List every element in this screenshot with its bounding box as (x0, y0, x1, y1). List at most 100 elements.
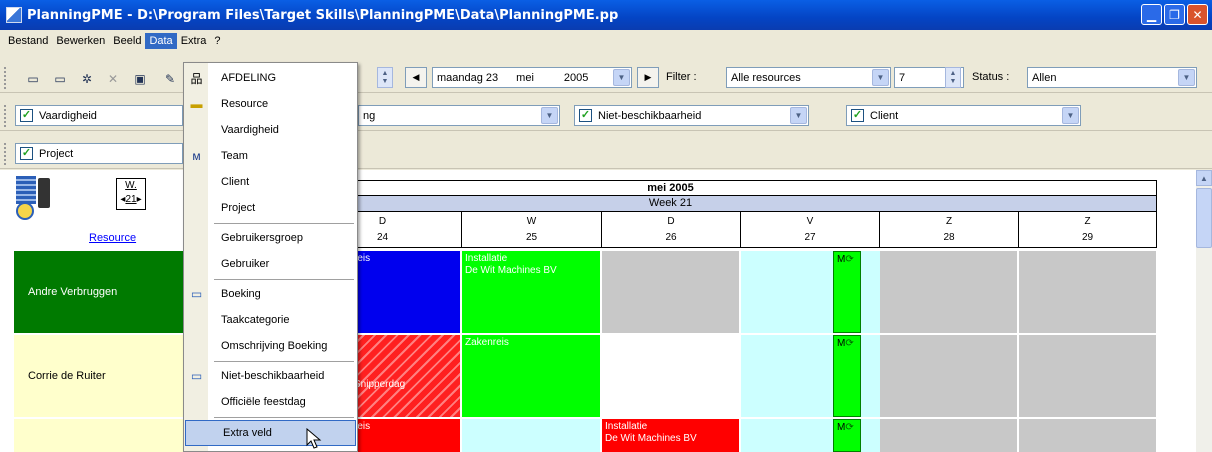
project-filter[interactable]: ✓ Project (15, 143, 183, 164)
week-button[interactable]: W. ◂21▸ (116, 178, 146, 210)
menu-extra-veld[interactable]: Extra veld (185, 420, 356, 446)
menu-separator (214, 417, 354, 418)
restore-button[interactable]: ❐ (1164, 4, 1185, 25)
booking-cell[interactable]: Installatie De Wit Machines BV (602, 419, 739, 452)
weekend-cell[interactable] (880, 419, 1017, 452)
checkbox-icon[interactable]: ✓ (20, 147, 33, 160)
weekend-cell[interactable] (1019, 251, 1156, 333)
status-select[interactable]: Allen ▼ (1027, 67, 1197, 88)
menu-separator (214, 361, 354, 362)
booking-icon: ▭ (190, 287, 203, 301)
resource-row[interactable]: Andre Verbruggen (14, 251, 184, 333)
menu-bar: Bestand Bewerken Beeld Data Extra ? (0, 30, 1212, 51)
chevron-down-icon[interactable]: ▼ (1178, 69, 1195, 86)
resource-row[interactable]: Corrie de Ruiter (14, 335, 184, 417)
vaardigheid-filter[interactable]: ✓ Vaardigheid (15, 105, 183, 126)
day-header: V 27 (741, 212, 880, 248)
client-filter[interactable]: ✓ Client ▼ (846, 105, 1081, 126)
team-icon: ᴍ (192, 149, 201, 163)
title-bar: PlanningPME - D:\Program Files\Target Sk… (0, 0, 1212, 30)
view-week-icon[interactable]: ▭ (53, 72, 67, 86)
menu-taakcategorie[interactable]: Taakcategorie (184, 307, 357, 333)
weekend-cell[interactable] (880, 251, 1017, 333)
view-day-icon[interactable]: ▭ (26, 72, 40, 86)
empty-cell[interactable] (602, 251, 739, 333)
app-icon (6, 7, 22, 23)
menu-boeking[interactable]: ▭ Boeking (184, 281, 357, 307)
scroll-thumb[interactable] (1196, 188, 1212, 248)
niet-beschikbaarheid-filter[interactable]: ✓ Niet-beschikbaarheid ▼ (574, 105, 809, 126)
menu-gebruikersgroep[interactable]: Gebruikersgroep (184, 225, 357, 251)
menu-afdeling[interactable]: 品 AFDELING (184, 65, 357, 91)
weekend-cell[interactable] (1019, 419, 1156, 452)
menu-extra[interactable]: Extra (177, 33, 211, 49)
pen-icon[interactable]: ✎ (163, 72, 177, 86)
refresh-icon: ⟳ (845, 422, 854, 433)
refresh-icon: ⟳ (845, 254, 854, 265)
menu-gebruiker[interactable]: Gebruiker (184, 251, 357, 277)
refresh-icon: ⟳ (845, 338, 854, 349)
empty-cell[interactable] (602, 335, 739, 417)
hidden-filter[interactable]: ng ▼ (358, 105, 560, 126)
toolbar-grip[interactable] (4, 67, 7, 89)
menu-beeld[interactable]: Beeld (109, 33, 145, 49)
menu-officiele-feestdag[interactable]: Officiële feestdag (184, 389, 357, 415)
scroll-up-icon[interactable]: ▲ (1196, 170, 1212, 186)
vertical-scrollbar[interactable]: ▲ (1196, 170, 1212, 452)
days-spinner[interactable]: ▲ ▼ (945, 67, 961, 88)
date-spinner[interactable]: ▲ ▼ (377, 67, 393, 88)
toolbar-grip[interactable] (4, 143, 7, 165)
menu-vaardigheid[interactable]: Vaardigheid (184, 117, 357, 143)
menu-separator (214, 279, 354, 280)
empty-cell[interactable] (462, 419, 600, 452)
menu-bewerken[interactable]: Bewerken (52, 33, 109, 49)
resource-row[interactable] (14, 419, 184, 452)
day-header: W 25 (462, 212, 602, 248)
weekend-cell[interactable] (1019, 335, 1156, 417)
chevron-down-icon[interactable]: ▼ (790, 107, 807, 124)
next-date-button[interactable]: ▶ (637, 67, 659, 88)
chevron-down-icon[interactable]: ▼ (541, 107, 558, 124)
filter-label: Filter : (666, 71, 697, 83)
resource-link[interactable]: Resource (89, 232, 136, 244)
minimize-button[interactable]: ▁ (1141, 4, 1162, 25)
weekend-cell[interactable] (880, 335, 1017, 417)
chevron-down-icon[interactable]: ▼ (613, 69, 630, 86)
checkbox-icon[interactable]: ✓ (20, 109, 33, 122)
recurring-booking[interactable]: M⟳ (833, 335, 861, 417)
filter-toolbar: ✓ Vaardigheid ng ▼ ✓ Niet-beschikbaarhei… (0, 101, 1212, 131)
menu-resource[interactable]: ▬ Resource (184, 91, 357, 117)
mouse-cursor-icon (306, 428, 322, 449)
status-label: Status : (972, 71, 1010, 83)
delete-icon[interactable]: ✕ (106, 72, 120, 86)
data-menu-dropdown: 品 AFDELING ▬ Resource Vaardigheid ᴍ Team Cl… (183, 62, 358, 452)
chevron-down-icon[interactable]: ▼ (1062, 107, 1079, 124)
resource-header: W. ◂21▸ Resource (14, 172, 184, 248)
project-toolbar: ✓ Project (0, 139, 1212, 169)
window-title: PlanningPME - D:\Program Files\Target Sk… (27, 7, 619, 23)
checkbox-icon[interactable]: ✓ (851, 109, 864, 122)
network-icon[interactable]: ✲ (80, 72, 94, 86)
menu-help[interactable]: ? (210, 33, 224, 49)
close-button[interactable]: ✕ (1187, 4, 1208, 25)
menu-project[interactable]: Project (184, 195, 357, 221)
recurring-booking[interactable]: M⟳ (833, 251, 861, 333)
menu-separator (214, 223, 354, 224)
recurring-booking[interactable]: M⟳ (833, 419, 861, 452)
menu-niet-beschikbaarheid[interactable]: ▭ Niet-beschikbaarheid (184, 363, 357, 389)
date-picker[interactable]: maandag 23 mei 2005 ▼ (432, 67, 632, 88)
day-header: Z 29 (1019, 212, 1157, 248)
menu-omschrijving-boeking[interactable]: Omschrijving Boeking (184, 333, 357, 359)
checkbox-icon[interactable]: ✓ (579, 109, 592, 122)
prev-date-button[interactable]: ◀ (405, 67, 427, 88)
booking-cell[interactable]: Installatie De Wit Machines BV (462, 251, 600, 333)
menu-team[interactable]: ᴍ Team (184, 143, 357, 169)
chevron-down-icon[interactable]: ▼ (872, 69, 889, 86)
menu-client[interactable]: Client (184, 169, 357, 195)
window-icon[interactable]: ▣ (133, 72, 147, 86)
booking-cell[interactable]: Zakenreis (462, 335, 600, 417)
filter-select[interactable]: Alle resources ▼ (726, 67, 891, 88)
menu-bestand[interactable]: Bestand (4, 33, 52, 49)
toolbar-grip[interactable] (4, 105, 7, 127)
menu-data[interactable]: Data (145, 32, 177, 49)
